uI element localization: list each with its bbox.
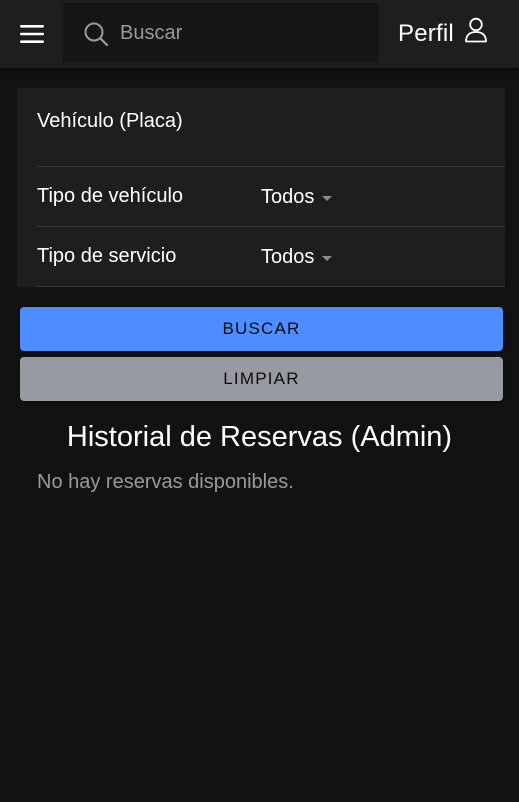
menu-button[interactable]	[12, 14, 52, 54]
profile-button[interactable]: Perfil	[398, 14, 488, 54]
service-type-select[interactable]: Todos	[261, 241, 333, 273]
searchbar	[63, 3, 379, 63]
app-toolbar: Perfil	[0, 0, 519, 68]
menu-icon	[20, 25, 44, 43]
plate-input[interactable]	[37, 136, 497, 162]
search-button[interactable]: BUSCAR	[20, 307, 503, 351]
search-input[interactable]	[118, 13, 368, 53]
clear-button[interactable]: LIMPIAR	[20, 357, 503, 401]
vehicle-type-select[interactable]: Todos	[261, 181, 333, 213]
caret-down-icon	[322, 255, 333, 261]
page-title: Historial de Reservas (Admin)	[66, 421, 453, 453]
search-icon	[84, 22, 109, 47]
vehicle-type-label: Tipo de vehículo	[37, 185, 184, 207]
plate-field: Vehículo (Placa)	[37, 88, 505, 167]
vehicle-type-field: Tipo de vehículo Todos	[37, 167, 505, 227]
vehicle-type-value: Todos	[261, 185, 315, 208]
service-type-label: Tipo de servicio	[37, 245, 177, 267]
service-type-field: Tipo de servicio Todos	[37, 227, 505, 287]
plate-label: Vehículo (Placa)	[37, 110, 183, 132]
filter-form: Vehículo (Placa) Tipo de vehículo Todos …	[17, 88, 505, 287]
empty-message: No hay reservas disponibles.	[37, 471, 294, 493]
service-type-value: Todos	[261, 245, 315, 268]
caret-down-icon	[322, 195, 333, 201]
profile-label: Perfil	[398, 20, 454, 47]
person-icon	[464, 17, 487, 43]
